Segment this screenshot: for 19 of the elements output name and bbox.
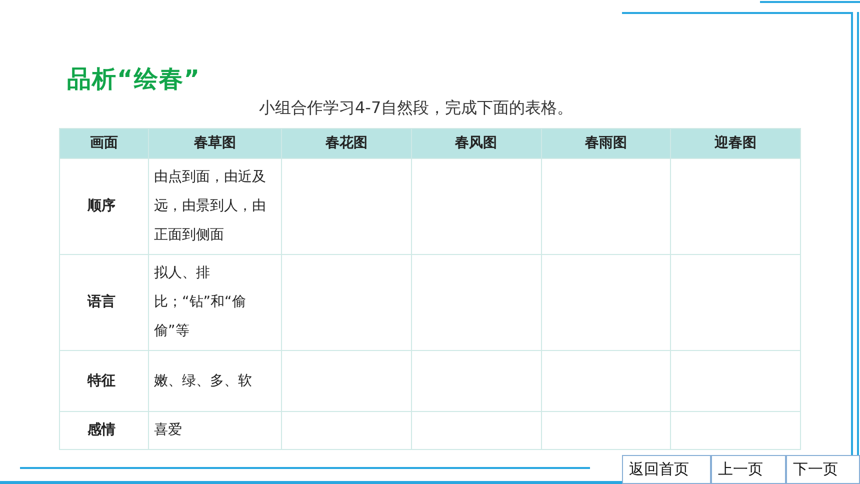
column-header: 春草图 [148,128,282,158]
row-label: 特征 [60,350,148,412]
table-cell: 喜爱 [148,412,282,450]
column-header: 画面 [60,128,148,158]
nav-button[interactable]: 下一页 [786,455,860,484]
slide-title: 品析“绘春” [67,64,202,95]
row-label: 语言 [60,254,148,350]
table-cell: 由点到面，由近及远，由景到人，由正面到侧面 [148,158,282,254]
instruction-text: 小组合作学习4-7自然段，完成下面的表格。 [259,97,574,119]
table-cell: 拟人、排比；“钻”和“偷偷”等 [148,254,282,350]
column-header: 春雨图 [541,128,671,158]
column-header: 春花图 [282,128,412,158]
row-label: 顺序 [60,158,148,254]
column-header: 迎春图 [670,128,800,158]
column-header: 春风图 [411,128,541,158]
row-label: 感情 [60,412,148,450]
table-cell: 嫩、绿、多、软 [148,350,282,412]
nav-button[interactable]: 返回首页 [622,455,711,484]
nav-button[interactable]: 上一页 [711,455,786,484]
